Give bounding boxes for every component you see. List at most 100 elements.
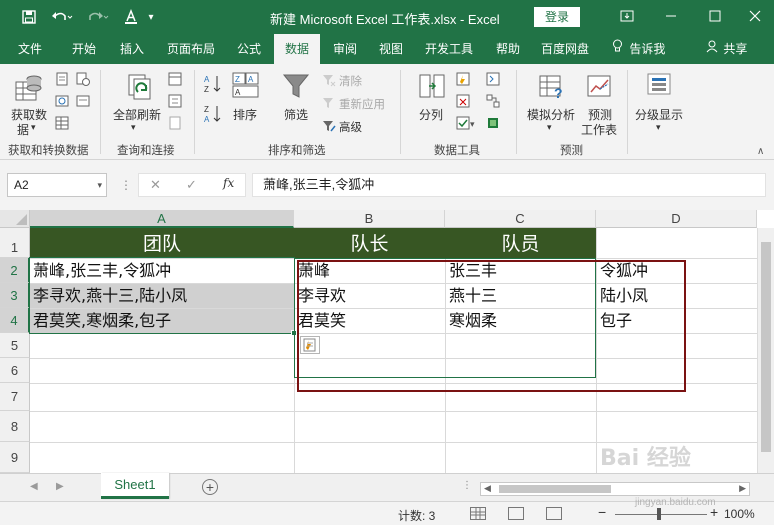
row-header-7[interactable]: 7 xyxy=(0,383,30,411)
close-icon[interactable] xyxy=(740,6,770,28)
remove-duplicates-icon[interactable] xyxy=(456,94,470,111)
edit-links-icon[interactable] xyxy=(168,116,182,133)
cell-c1[interactable]: 队员 xyxy=(445,228,596,258)
get-data-icon[interactable] xyxy=(14,72,44,105)
vertical-scrollbar[interactable] xyxy=(757,228,774,473)
prev-sheet-icon[interactable]: ◀ xyxy=(30,481,38,492)
zoom-level[interactable]: 100% xyxy=(724,507,755,521)
row-header-3[interactable]: 3 xyxy=(0,283,30,308)
horizontal-scrollbar[interactable]: ◀ ▶ xyxy=(480,482,750,496)
column-header-d[interactable]: D xyxy=(596,210,757,228)
from-table-icon[interactable] xyxy=(55,116,69,133)
next-sheet-icon[interactable]: ▶ xyxy=(56,481,64,492)
horizontal-scroll-thumb[interactable] xyxy=(499,485,611,493)
insert-function-icon[interactable]: fx xyxy=(223,176,234,190)
advanced-label[interactable]: 高级 xyxy=(339,119,362,135)
sort-label[interactable]: 排序 xyxy=(233,106,257,123)
page-layout-view-icon[interactable] xyxy=(508,507,524,520)
sort-descending-icon[interactable]: ZA xyxy=(204,104,222,127)
forecast-label-2[interactable]: 工作表 xyxy=(581,121,617,138)
filter-icon[interactable] xyxy=(282,72,310,103)
tab-view[interactable]: 视图 xyxy=(370,34,412,64)
relationships-icon[interactable] xyxy=(486,94,500,111)
ribbon-display-options-icon[interactable] xyxy=(612,6,642,28)
what-if-analysis-icon[interactable]: ? xyxy=(538,72,566,103)
vertical-scroll-thumb[interactable] xyxy=(761,242,771,452)
redo-icon[interactable] xyxy=(84,7,112,27)
get-data-label-2[interactable]: 据 xyxy=(17,121,29,138)
share-button[interactable]: 共享 xyxy=(706,34,747,64)
column-header-a[interactable]: A xyxy=(30,210,294,228)
recent-sources-icon[interactable] xyxy=(76,72,90,89)
tab-review[interactable]: 审阅 xyxy=(324,34,366,64)
save-icon[interactable] xyxy=(18,7,40,27)
collapse-ribbon-icon[interactable]: ∧ xyxy=(757,146,764,157)
from-text-icon[interactable] xyxy=(55,72,69,89)
tab-formulas[interactable]: 公式 xyxy=(228,34,270,64)
refresh-all-icon[interactable] xyxy=(126,72,156,105)
name-box-caret-icon[interactable]: ▾ xyxy=(97,174,102,196)
zoom-out-icon[interactable]: − xyxy=(598,504,606,520)
filter-label[interactable]: 筛选 xyxy=(284,106,308,123)
tab-page-layout[interactable]: 页面布局 xyxy=(160,34,222,64)
outline-icon[interactable] xyxy=(646,72,672,99)
text-to-columns-icon[interactable] xyxy=(418,72,446,103)
advanced-filter-icon[interactable] xyxy=(322,119,336,136)
page-break-preview-icon[interactable] xyxy=(546,507,562,520)
tab-developer[interactable]: 开发工具 xyxy=(418,34,480,64)
what-if-label[interactable]: 模拟分析 xyxy=(527,106,575,123)
flash-fill-icon[interactable] xyxy=(456,72,470,89)
select-all-corner[interactable] xyxy=(0,210,30,228)
tab-insert[interactable]: 插入 xyxy=(110,34,154,64)
existing-connections-icon[interactable] xyxy=(76,94,90,111)
column-header-c[interactable]: C xyxy=(445,210,596,228)
column-header-b[interactable]: B xyxy=(294,210,445,228)
outline-label[interactable]: 分级显示 xyxy=(635,106,683,123)
normal-view-icon[interactable] xyxy=(470,507,486,520)
consolidate-icon[interactable] xyxy=(486,72,500,89)
split-label[interactable]: 分列 xyxy=(419,106,443,123)
font-color-icon[interactable] xyxy=(120,7,142,27)
add-sheet-icon[interactable]: + xyxy=(202,479,218,495)
worksheet-grid[interactable]: A B C D 1 2 3 4 5 6 7 8 9 团队 队长 队员 萧峰,张三… xyxy=(0,210,774,473)
scroll-left-icon[interactable]: ◀ xyxy=(484,483,491,494)
row-header-9[interactable]: 9 xyxy=(0,442,30,473)
tab-home[interactable]: 开始 xyxy=(62,34,106,64)
name-box[interactable]: A2 ▾ xyxy=(7,173,107,197)
scroll-right-icon[interactable]: ▶ xyxy=(739,483,746,494)
cell-b1[interactable]: 队长 xyxy=(294,228,445,258)
refresh-all-label[interactable]: 全部刷新 xyxy=(113,106,161,123)
sheet-tab-sheet1[interactable]: Sheet1 xyxy=(101,473,169,499)
row-header-8[interactable]: 8 xyxy=(0,411,30,442)
customize-qat-icon[interactable]: ▾ xyxy=(144,7,158,27)
from-web-icon[interactable] xyxy=(55,94,69,111)
tab-baidu-netdisk[interactable]: 百度网盘 xyxy=(534,34,596,64)
properties-icon[interactable] xyxy=(168,94,182,111)
login-button[interactable]: 登录 xyxy=(534,7,580,27)
row-header-5[interactable]: 5 xyxy=(0,333,30,358)
data-validation-icon[interactable] xyxy=(456,116,470,133)
enter-icon[interactable]: ✓ xyxy=(186,177,197,193)
tab-split-grip-icon[interactable]: ⋮ xyxy=(462,480,472,491)
maximize-icon[interactable] xyxy=(700,6,730,28)
forecast-sheet-icon[interactable] xyxy=(586,72,614,103)
tab-data[interactable]: 数据 xyxy=(274,34,320,64)
tab-help[interactable]: 帮助 xyxy=(486,34,530,64)
sort-ascending-icon[interactable]: AZ xyxy=(204,74,222,97)
sort-dialog-icon[interactable]: ZAA xyxy=(232,72,260,101)
minimize-icon[interactable] xyxy=(656,6,686,28)
formula-bar-grip-icon[interactable]: ⋮ xyxy=(120,178,132,192)
tab-file[interactable]: 文件 xyxy=(8,34,52,64)
row-header-2[interactable]: 2 xyxy=(0,258,30,283)
tell-me-search[interactable]: 告诉我 xyxy=(612,34,665,64)
queries-connections-icon[interactable] xyxy=(168,72,182,89)
cancel-icon[interactable]: ✕ xyxy=(150,177,161,193)
undo-icon[interactable] xyxy=(48,7,76,27)
manage-data-model-icon[interactable] xyxy=(486,116,500,133)
row-header-6[interactable]: 6 xyxy=(0,358,30,383)
formula-input[interactable]: 萧峰,张三丰,令狐冲 xyxy=(252,173,766,197)
cell-a1[interactable]: 团队 xyxy=(30,228,294,258)
row-header-4[interactable]: 4 xyxy=(0,308,30,333)
zoom-slider[interactable] xyxy=(615,514,707,515)
zoom-slider-thumb[interactable] xyxy=(657,508,661,520)
